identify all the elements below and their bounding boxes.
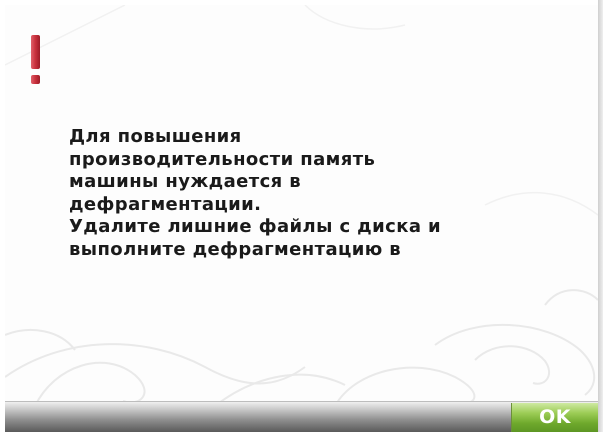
bottom-bar bbox=[5, 401, 598, 432]
ok-button[interactable]: OK bbox=[511, 403, 598, 432]
dialog-screen: Для повышения производительности память … bbox=[5, 5, 598, 427]
screen-frame-right bbox=[598, 0, 603, 432]
dialog-message: Для повышения производительности память … bbox=[69, 126, 442, 260]
exclamation-icon bbox=[31, 35, 40, 84]
